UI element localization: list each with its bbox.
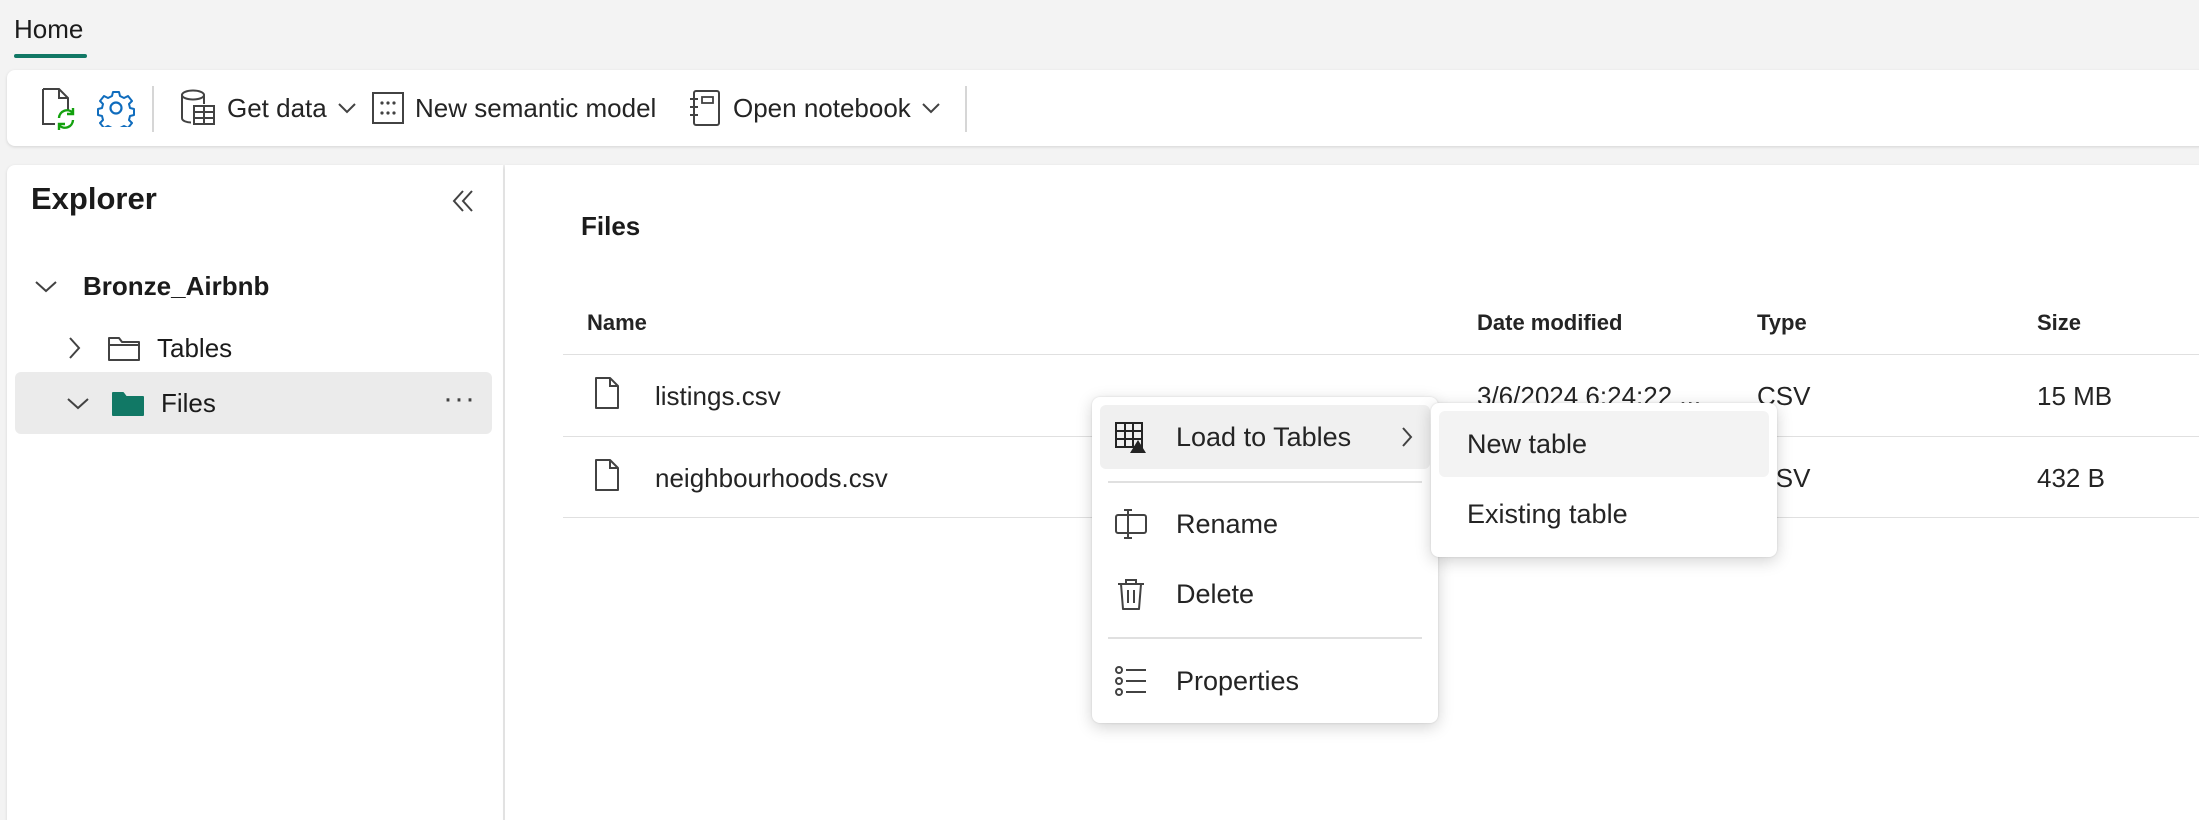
folder-outline-icon bbox=[108, 337, 140, 361]
new-semantic-model-label: New semantic model bbox=[415, 92, 657, 123]
ribbon-divider bbox=[152, 86, 154, 132]
refresh-button[interactable] bbox=[37, 84, 77, 132]
get-data-label: Get data bbox=[227, 92, 327, 123]
file-size: 432 B bbox=[2037, 463, 2105, 493]
tree-item-tables[interactable]: Tables bbox=[59, 323, 232, 373]
page-title: Files bbox=[581, 211, 641, 241]
file-name: listings.csv bbox=[655, 381, 781, 411]
column-header-size[interactable]: Size bbox=[2037, 310, 2081, 336]
document-refresh-icon bbox=[42, 88, 75, 130]
menu-item-label: Rename bbox=[1176, 508, 1279, 539]
file-icon bbox=[595, 377, 619, 409]
chevron-down-icon bbox=[35, 281, 57, 293]
menu-item-properties[interactable]: Properties bbox=[1100, 649, 1430, 713]
tab-home-indicator bbox=[14, 54, 87, 58]
file-name: neighbourhoods.csv bbox=[655, 463, 888, 493]
tree-item-files[interactable]: Files ··· bbox=[15, 372, 492, 434]
chevron-down-icon bbox=[338, 103, 356, 114]
database-table-icon bbox=[181, 89, 215, 125]
chevron-down-icon bbox=[67, 398, 89, 410]
new-semantic-model-button[interactable]: New semantic model bbox=[371, 84, 656, 132]
properties-list-icon bbox=[1115, 666, 1146, 696]
explorer-panel: Explorer Bronze_Airbnb Tables Files ··· bbox=[7, 165, 503, 820]
chevron-right-icon bbox=[69, 337, 81, 359]
menu-divider bbox=[1108, 481, 1422, 483]
collapse-panel-button[interactable] bbox=[447, 185, 479, 217]
context-menu: Load to Tables Rename Delete Properties bbox=[1092, 397, 1438, 723]
menu-item-label: Delete bbox=[1176, 578, 1255, 609]
settings-button[interactable] bbox=[97, 84, 135, 132]
get-data-button[interactable]: Get data bbox=[179, 84, 357, 132]
trash-icon bbox=[1118, 579, 1144, 610]
menu-item-label: Load to Tables bbox=[1176, 421, 1352, 452]
gear-icon bbox=[97, 91, 135, 127]
submenu-item-new-table[interactable]: New table bbox=[1439, 411, 1769, 477]
tree-item-label: Bronze_Airbnb bbox=[83, 270, 270, 301]
header-divider bbox=[563, 354, 2199, 355]
chevron-down-icon bbox=[922, 103, 940, 114]
ribbon-toolbar: Get data New semantic model Open noteboo… bbox=[7, 70, 2199, 146]
column-header-date-modified[interactable]: Date modified bbox=[1477, 310, 1622, 336]
submenu-item-existing-table[interactable]: Existing table bbox=[1439, 481, 1769, 547]
tree-item-label: Files bbox=[161, 387, 216, 418]
folder-filled-icon bbox=[112, 392, 144, 416]
rename-icon bbox=[1115, 509, 1147, 539]
semantic-model-icon bbox=[372, 92, 404, 124]
file-icon bbox=[595, 459, 619, 491]
double-chevron-left-icon bbox=[452, 190, 473, 212]
explorer-title: Explorer bbox=[31, 181, 157, 216]
menu-item-label: Properties bbox=[1176, 665, 1300, 696]
column-header-name[interactable]: Name bbox=[587, 310, 647, 336]
tab-home[interactable]: Home bbox=[14, 14, 83, 55]
table-load-icon bbox=[1115, 422, 1146, 453]
tree-item-bronze-airbnb[interactable]: Bronze_Airbnb bbox=[31, 261, 269, 311]
column-header-type[interactable]: Type bbox=[1757, 310, 1807, 336]
open-notebook-label: Open notebook bbox=[733, 92, 911, 123]
menu-item-load-to-tables[interactable]: Load to Tables bbox=[1100, 405, 1430, 469]
menu-item-delete[interactable]: Delete bbox=[1100, 562, 1430, 626]
load-to-tables-submenu: New table Existing table bbox=[1431, 403, 1777, 557]
tree-item-label: Tables bbox=[157, 332, 233, 363]
notebook-icon bbox=[690, 90, 720, 126]
menu-divider bbox=[1108, 637, 1422, 639]
open-notebook-button[interactable]: Open notebook bbox=[689, 84, 941, 132]
tab-bar: Home bbox=[0, 0, 2199, 62]
more-options-button[interactable]: ··· bbox=[443, 382, 476, 416]
chevron-right-icon bbox=[1402, 427, 1413, 447]
menu-item-rename[interactable]: Rename bbox=[1100, 492, 1430, 556]
file-size: 15 MB bbox=[2037, 381, 2113, 411]
ribbon-divider bbox=[965, 86, 967, 132]
